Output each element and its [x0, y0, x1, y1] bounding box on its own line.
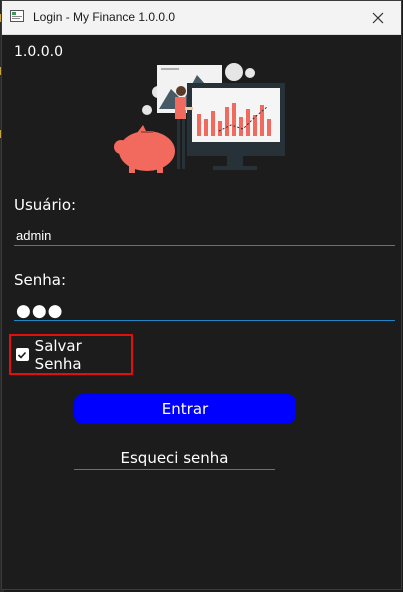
app-icon: [10, 10, 24, 22]
checkbox-box[interactable]: [16, 348, 29, 361]
forgot-password-link[interactable]: Esqueci senha: [74, 446, 275, 470]
checkmark-icon: [18, 351, 27, 359]
version-label: 1.0.0.0: [14, 44, 63, 60]
login-button[interactable]: Entrar: [74, 394, 296, 424]
login-window: Login - My Finance 1.0.0.0 1.0.0.0 Usuár…: [1, 0, 402, 590]
password-field[interactable]: ●●●: [14, 301, 395, 321]
close-icon: [372, 12, 384, 23]
username-label: Usuário:: [14, 196, 77, 214]
close-button[interactable]: [355, 1, 401, 34]
password-label: Senha:: [14, 271, 67, 289]
window-title: Login - My Finance 1.0.0.0: [33, 10, 176, 24]
save-password-label: Salvar Senha: [34, 336, 82, 373]
finance-illustration: [114, 63, 285, 173]
username-field[interactable]: [14, 226, 395, 246]
title-bar[interactable]: Login - My Finance 1.0.0.0: [2, 1, 401, 35]
save-password-checkbox[interactable]: Salvar Senha: [9, 334, 133, 375]
